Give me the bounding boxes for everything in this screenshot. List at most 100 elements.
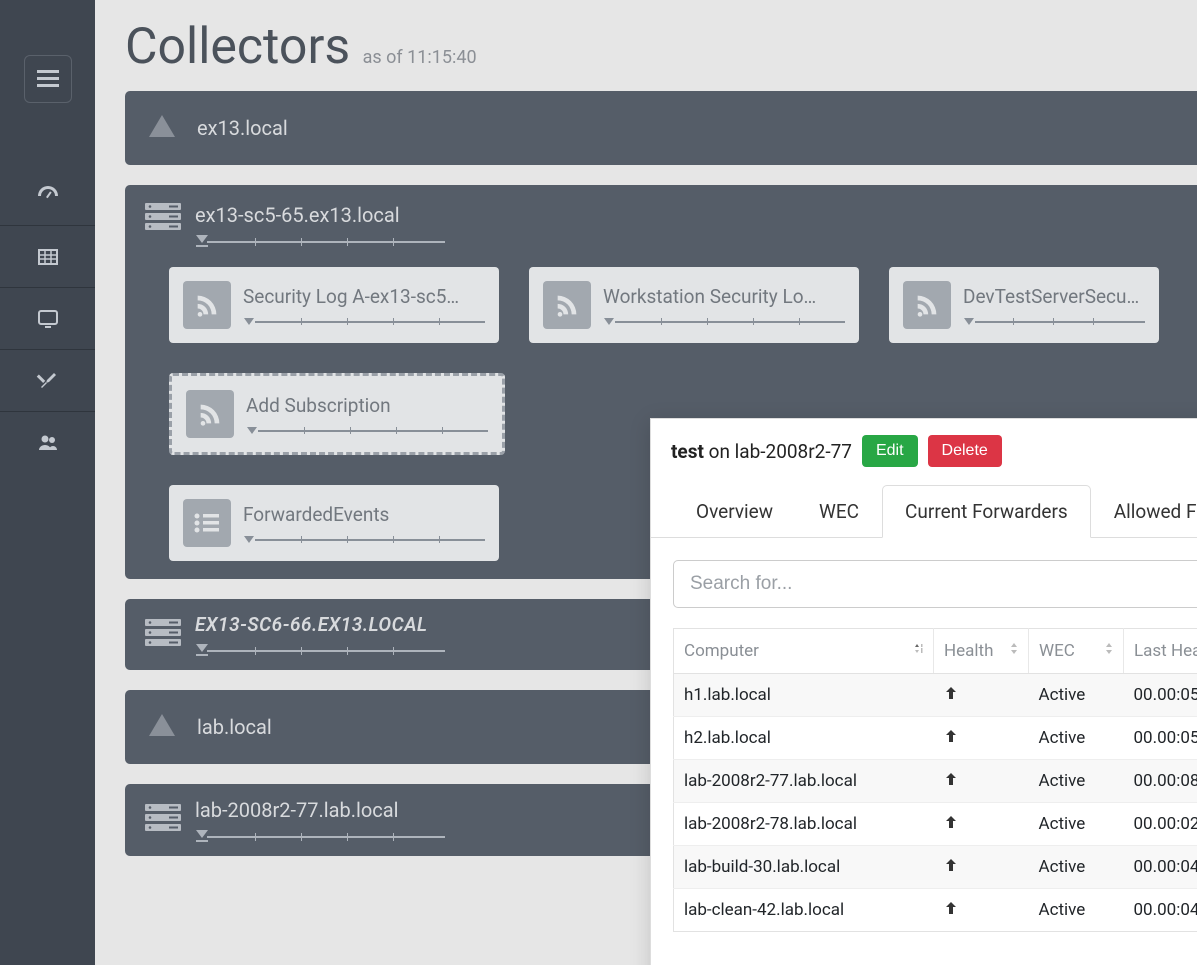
page-title: Collectors as of 11:15:40	[125, 18, 1197, 76]
arrow-up-icon	[944, 901, 958, 915]
subscription-timeline[interactable]	[603, 314, 845, 326]
server-icon	[145, 619, 181, 651]
page-title-text: Collectors	[125, 18, 350, 76]
slider-handle-icon	[243, 532, 255, 544]
table-row[interactable]: h2.lab.local Active00.00:05:06	[674, 717, 1197, 760]
search-input[interactable]	[673, 560, 1197, 608]
subscription-label: Security Log A-ex13-sc5…	[243, 285, 485, 308]
cell-health	[934, 846, 1029, 889]
sort-icon	[911, 641, 925, 661]
nav-grid[interactable]	[0, 225, 95, 287]
tabs: Overview WEC Current Forwarders Allowed …	[651, 485, 1197, 538]
tab-overview[interactable]: Overview	[673, 485, 796, 537]
sort-icon	[1103, 641, 1115, 661]
rss-icon	[186, 390, 234, 438]
col-label: Health	[944, 641, 993, 661]
collector-name: ex13.local	[197, 116, 288, 140]
table-row[interactable]: lab-clean-42.lab.local Active00.00:04:03	[674, 889, 1197, 932]
subscription-timeline[interactable]	[963, 314, 1145, 326]
tab-allowed-forwarders[interactable]: Allowed Forward…	[1091, 485, 1197, 537]
col-computer[interactable]: Computer	[674, 629, 934, 674]
edit-button[interactable]: Edit	[862, 435, 918, 467]
slider-handle-icon	[195, 642, 209, 661]
subscription-card[interactable]: Workstation Security Lo…	[529, 267, 859, 343]
subscription-label: Workstation Security Lo…	[603, 285, 845, 308]
col-health[interactable]: Health	[934, 629, 1029, 674]
collector-name: lab.local	[197, 715, 272, 739]
col-heartbeat[interactable]: Last Heartbeat	[1124, 629, 1197, 674]
add-subscription-label: Add Subscription	[246, 394, 488, 417]
sidebar	[0, 0, 95, 965]
col-label: Computer	[684, 641, 759, 661]
timeline-slider[interactable]	[195, 642, 445, 656]
sort-icon	[1008, 641, 1020, 661]
cell-wec: Active	[1029, 717, 1124, 760]
server-icon	[145, 804, 181, 836]
rss-icon	[543, 281, 591, 329]
cell-hb: 00.00:04:03	[1124, 889, 1197, 932]
slider-handle-icon	[195, 233, 209, 252]
nav-monitor[interactable]	[0, 287, 95, 349]
server-icon	[145, 203, 181, 235]
subscription-label: ForwardedEvents	[243, 503, 485, 526]
cell-health	[934, 760, 1029, 803]
list-icon	[183, 499, 231, 547]
subscription-timeline[interactable]	[246, 423, 488, 435]
delete-button[interactable]: Delete	[928, 435, 1002, 467]
triangle-icon	[147, 113, 177, 143]
cell-computer: h2.lab.local	[674, 717, 934, 760]
cell-wec: Active	[1029, 760, 1124, 803]
cell-health	[934, 803, 1029, 846]
slider-handle-icon	[603, 314, 615, 326]
table-row[interactable]: lab-2008r2-77.lab.local Active00.00:08:13	[674, 760, 1197, 803]
cell-hb: 00.00:05:06	[1124, 717, 1197, 760]
subscription-label: DevTestServerSecurit…	[963, 285, 1145, 308]
tab-current-forwarders[interactable]: Current Forwarders	[882, 485, 1091, 538]
grid-icon	[36, 245, 60, 269]
col-wec[interactable]: WEC	[1029, 629, 1124, 674]
cell-hb: 00.00:04:44	[1124, 846, 1197, 889]
subscription-timeline[interactable]	[243, 532, 485, 544]
collector-name: EX13-SC6-66.EX13.LOCAL	[195, 613, 445, 636]
table-row[interactable]: lab-build-30.lab.local Active00.00:04:44	[674, 846, 1197, 889]
cell-computer: h1.lab.local	[674, 674, 934, 717]
slider-handle-icon	[246, 423, 258, 435]
arrow-up-icon	[944, 729, 958, 743]
cell-wec: Active	[1029, 674, 1124, 717]
timeline-slider[interactable]	[195, 233, 445, 247]
arrow-up-icon	[944, 858, 958, 872]
cell-wec: Active	[1029, 846, 1124, 889]
nav-users[interactable]	[0, 411, 95, 473]
nav-tools[interactable]	[0, 349, 95, 411]
subscription-card[interactable]: Security Log A-ex13-sc5…	[169, 267, 499, 343]
cell-computer: lab-2008r2-77.lab.local	[674, 760, 934, 803]
cell-wec: Active	[1029, 803, 1124, 846]
nav-dashboard[interactable]	[0, 163, 95, 225]
collector-name: ex13-sc5-65.ex13.local	[195, 203, 445, 227]
cell-computer: lab-clean-42.lab.local	[674, 889, 934, 932]
hamburger-icon	[37, 70, 59, 88]
cell-hb: 00.00:08:13	[1124, 760, 1197, 803]
users-icon	[36, 431, 60, 455]
cell-computer: lab-build-30.lab.local	[674, 846, 934, 889]
tab-wec[interactable]: WEC	[796, 485, 882, 537]
cell-wec: Active	[1029, 889, 1124, 932]
slider-handle-icon	[243, 314, 255, 326]
col-label: Last Heartbeat	[1134, 641, 1197, 661]
timeline-slider[interactable]	[195, 828, 445, 842]
forwarded-events-card[interactable]: ForwardedEvents	[169, 485, 499, 561]
subscription-card[interactable]: DevTestServerSecurit…	[889, 267, 1159, 343]
add-subscription-card[interactable]: Add Subscription	[169, 373, 505, 455]
collector-domain-ex13[interactable]: ex13.local	[125, 91, 1197, 165]
cell-hb: 00.00:02:37	[1124, 803, 1197, 846]
slider-handle-icon	[195, 828, 209, 847]
subscription-timeline[interactable]	[243, 314, 485, 326]
forwarders-table: Computer Health WEC Last Heartbeat h1.la…	[673, 628, 1197, 932]
monitor-icon	[36, 307, 60, 331]
triangle-icon	[147, 712, 177, 742]
hamburger-menu-button[interactable]	[24, 55, 72, 103]
rss-icon	[903, 281, 951, 329]
detail-panel: test on lab-2008r2-77 Edit Delete Overvi…	[650, 418, 1197, 965]
table-row[interactable]: h1.lab.localActive00.00:05:33	[674, 674, 1197, 717]
table-row[interactable]: lab-2008r2-78.lab.localActive00.00:02:37	[674, 803, 1197, 846]
